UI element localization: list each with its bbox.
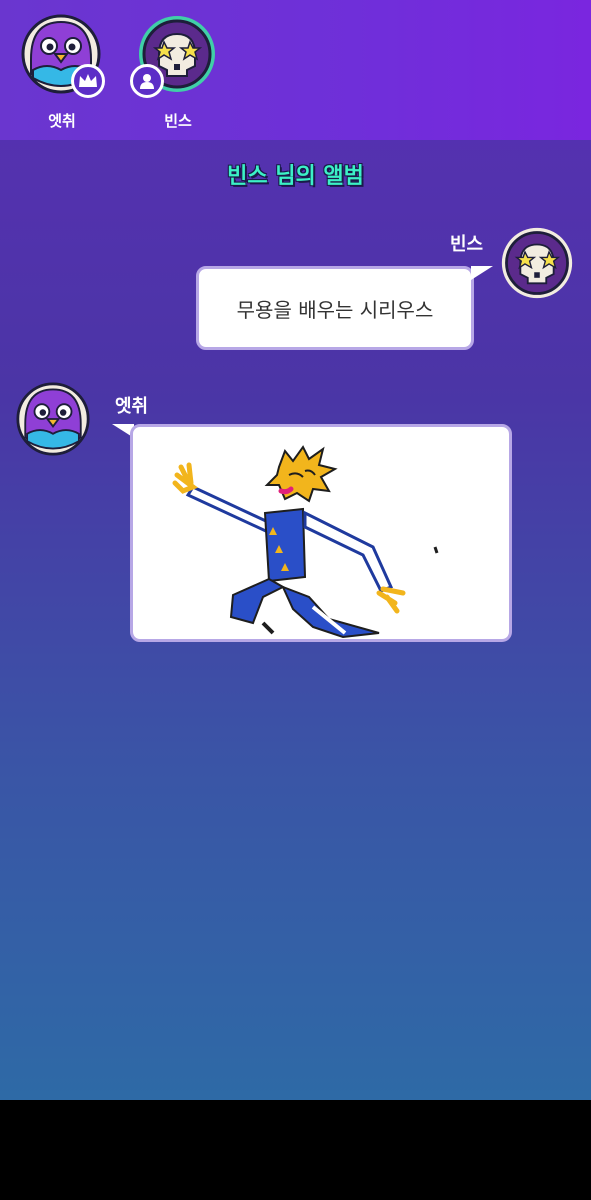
message-author: 빈스 xyxy=(450,234,484,255)
system-nav-bar xyxy=(0,1100,591,1200)
crown-icon xyxy=(71,64,105,98)
player-item-2[interactable]: 빈스 xyxy=(130,14,223,134)
user-icon xyxy=(130,64,164,98)
player-bar: 엣취 빈스 xyxy=(0,0,591,140)
message-text: 무용을 배우는 시리우스 xyxy=(236,297,434,322)
message-author: 엣취 xyxy=(115,396,149,417)
player-item-1[interactable]: 엣취 xyxy=(17,14,107,134)
album-title: 빈스 님의 앨범 xyxy=(227,164,364,189)
dancing-figure-drawing xyxy=(172,445,439,639)
player-name: 빈스 xyxy=(164,112,192,130)
app-screen: 엣취 빈스 빈스 님의 앨범 빈스 무용을 배우는 시리우스 엣취 xyxy=(0,0,591,1100)
player-name: 엣취 xyxy=(48,112,76,130)
skull-star-glasses-icon xyxy=(500,226,574,300)
bubble-tail xyxy=(471,266,493,280)
bird-icon xyxy=(16,382,90,456)
message-bubble[interactable]: 무용을 배우는 시리우스 xyxy=(196,266,474,350)
drawing-bubble[interactable] xyxy=(130,424,512,642)
